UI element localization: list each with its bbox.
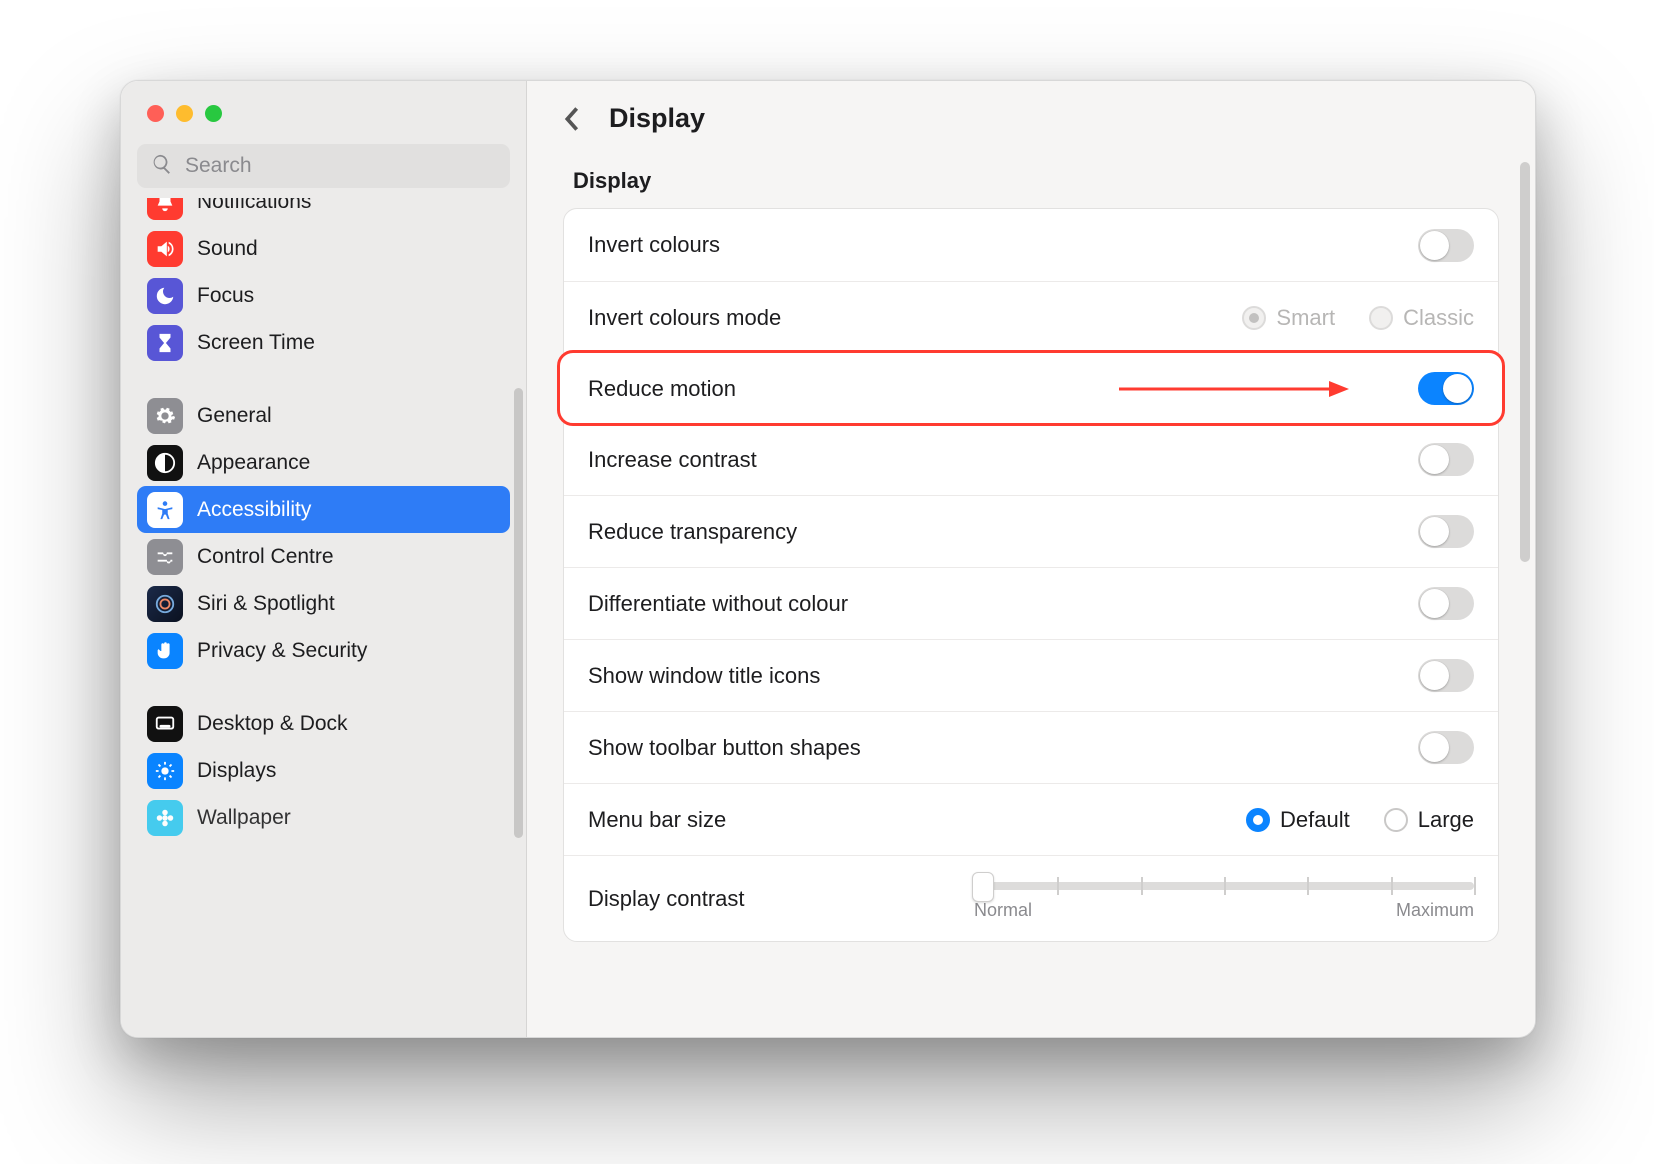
- label-menu-bar-size: Menu bar size: [588, 807, 1246, 833]
- minimize-window-button[interactable]: [176, 105, 193, 122]
- window-controls: [121, 81, 526, 122]
- sidebar-item-label: Control Centre: [197, 545, 334, 569]
- content-pane: Display Display Invert colours Invert co…: [527, 81, 1535, 1037]
- search-input[interactable]: [183, 153, 496, 179]
- sidebar-item-label: Focus: [197, 284, 254, 308]
- sidebar-item-label: Accessibility: [197, 498, 311, 522]
- system-settings-window: Notifications Sound Focus: [120, 80, 1536, 1038]
- slider-thumb[interactable]: [972, 872, 994, 902]
- sidebar-item-screen-time[interactable]: Screen Time: [137, 319, 510, 366]
- sidebar-item-privacy-security[interactable]: Privacy & Security: [137, 627, 510, 674]
- siri-icon: [147, 586, 183, 622]
- sidebar-item-label: Screen Time: [197, 331, 315, 355]
- row-display-contrast: Display contrast: [564, 855, 1498, 941]
- row-invert-colours: Invert colours: [564, 209, 1498, 281]
- toggle-invert-colours[interactable]: [1418, 229, 1474, 262]
- slider-max-label: Maximum: [1396, 900, 1474, 921]
- row-differentiate-without-colour: Differentiate without colour: [564, 567, 1498, 639]
- row-reduce-motion: Reduce motion: [559, 352, 1503, 424]
- hourglass-icon: [147, 325, 183, 361]
- radio-group-menu-bar-size: Default Large: [1246, 807, 1474, 833]
- row-menu-bar-size: Menu bar size Default Large: [564, 783, 1498, 855]
- section-heading-display: Display: [573, 168, 1499, 194]
- sidebar-item-wallpaper[interactable]: Wallpaper: [137, 794, 510, 841]
- slider-min-label: Normal: [974, 900, 1032, 921]
- bell-icon: [147, 198, 183, 220]
- toggle-show-toolbar-button-shapes[interactable]: [1418, 731, 1474, 764]
- row-show-toolbar-button-shapes: Show toolbar button shapes: [564, 711, 1498, 783]
- sidebar-scrollbar[interactable]: [514, 388, 523, 838]
- radio-menu-bar-size-default[interactable]: Default: [1246, 807, 1350, 833]
- sidebar-item-notifications[interactable]: Notifications: [137, 198, 510, 225]
- contrast-icon: [147, 445, 183, 481]
- radio-group-invert-mode: Smart Classic: [1242, 305, 1474, 331]
- label-invert-colours: Invert colours: [588, 232, 1418, 258]
- speaker-icon: [147, 231, 183, 267]
- page-title: Display: [609, 103, 705, 134]
- sidebar-item-label: Appearance: [197, 451, 310, 475]
- sidebar-item-control-centre[interactable]: Control Centre: [137, 533, 510, 580]
- brightness-icon: [147, 753, 183, 789]
- sidebar-item-label: Siri & Spotlight: [197, 592, 335, 616]
- label-reduce-transparency: Reduce transparency: [588, 519, 1418, 545]
- sidebar-item-label: Privacy & Security: [197, 639, 367, 663]
- radio-invert-mode-smart[interactable]: Smart: [1242, 305, 1335, 331]
- back-button[interactable]: [557, 104, 587, 134]
- gear-icon: [147, 398, 183, 434]
- label-increase-contrast: Increase contrast: [588, 447, 1418, 473]
- radio-label: Classic: [1403, 305, 1474, 331]
- accessibility-icon: [147, 492, 183, 528]
- radio-label: Default: [1280, 807, 1350, 833]
- sidebar: Notifications Sound Focus: [121, 81, 527, 1037]
- zoom-window-button[interactable]: [205, 105, 222, 122]
- label-invert-colours-mode: Invert colours mode: [588, 305, 1242, 331]
- radio-invert-mode-classic[interactable]: Classic: [1369, 305, 1474, 331]
- sidebar-item-label: Desktop & Dock: [197, 712, 348, 736]
- sidebar-item-label: General: [197, 404, 272, 428]
- search-icon: [151, 153, 173, 180]
- moon-icon: [147, 278, 183, 314]
- sidebar-item-siri-spotlight[interactable]: Siri & Spotlight: [137, 580, 510, 627]
- sidebar-item-desktop-dock[interactable]: Desktop & Dock: [137, 700, 510, 747]
- sidebar-item-displays[interactable]: Displays: [137, 747, 510, 794]
- radio-label: Smart: [1276, 305, 1335, 331]
- sidebar-item-label: Wallpaper: [197, 806, 291, 830]
- dock-icon: [147, 706, 183, 742]
- sidebar-item-label: Notifications: [197, 198, 311, 214]
- sidebar-item-sound[interactable]: Sound: [137, 225, 510, 272]
- display-settings-panel: Invert colours Invert colours mode Smart: [563, 208, 1499, 942]
- sidebar-item-general[interactable]: General: [137, 392, 510, 439]
- radio-menu-bar-size-large[interactable]: Large: [1384, 807, 1474, 833]
- row-increase-contrast: Increase contrast: [564, 423, 1498, 495]
- content-scrollbar[interactable]: [1520, 162, 1530, 562]
- toggle-increase-contrast[interactable]: [1418, 443, 1474, 476]
- close-window-button[interactable]: [147, 105, 164, 122]
- toggle-differentiate-without-colour[interactable]: [1418, 587, 1474, 620]
- row-show-window-title-icons: Show window title icons: [564, 639, 1498, 711]
- flower-icon: [147, 800, 183, 836]
- toggle-reduce-motion[interactable]: [1418, 372, 1474, 405]
- search-field[interactable]: [137, 144, 510, 188]
- toggle-reduce-transparency[interactable]: [1418, 515, 1474, 548]
- row-reduce-transparency: Reduce transparency: [564, 495, 1498, 567]
- sidebar-item-accessibility[interactable]: Accessibility: [137, 486, 510, 533]
- label-display-contrast: Display contrast: [588, 886, 974, 912]
- label-differentiate-without-colour: Differentiate without colour: [588, 591, 1418, 617]
- slider-display-contrast[interactable]: Normal Maximum: [974, 876, 1474, 921]
- label-show-toolbar-button-shapes: Show toolbar button shapes: [588, 735, 1418, 761]
- sidebar-item-appearance[interactable]: Appearance: [137, 439, 510, 486]
- titlebar: Display: [527, 81, 1535, 150]
- toggle-show-window-title-icons[interactable]: [1418, 659, 1474, 692]
- label-show-window-title-icons: Show window title icons: [588, 663, 1418, 689]
- label-reduce-motion: Reduce motion: [588, 376, 1418, 402]
- sidebar-item-label: Sound: [197, 237, 258, 261]
- hand-icon: [147, 633, 183, 669]
- sidebar-item-label: Displays: [197, 759, 276, 783]
- row-invert-colours-mode: Invert colours mode Smart Classic: [564, 281, 1498, 353]
- sidebar-item-focus[interactable]: Focus: [137, 272, 510, 319]
- radio-label: Large: [1418, 807, 1474, 833]
- sliders-icon: [147, 539, 183, 575]
